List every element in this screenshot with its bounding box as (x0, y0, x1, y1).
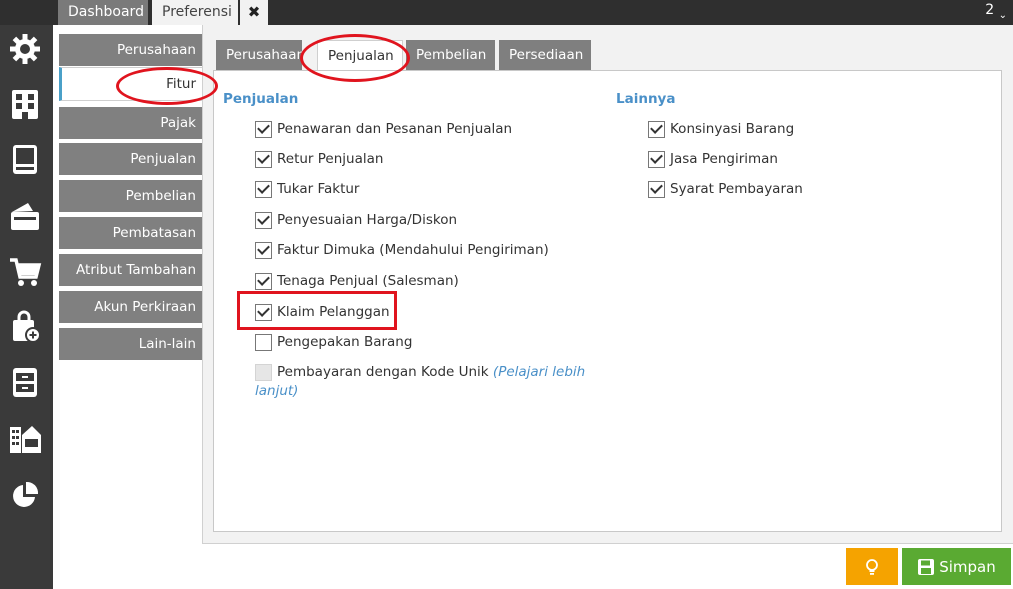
tab-persediaan[interactable]: Persediaan (499, 40, 591, 70)
cart-icon[interactable] (5, 253, 45, 291)
checkbox-disabled (255, 363, 272, 381)
tab-preferensi[interactable]: Preferensi (152, 0, 238, 25)
checkbox[interactable] (648, 120, 665, 138)
option-penawaran-pesanan[interactable]: Penawaran dan Pesanan Penjualan (255, 119, 512, 139)
menu-item-pembelian[interactable]: Pembelian (59, 180, 203, 212)
menu-item-akun-perkiraan[interactable]: Akun Perkiraan (59, 291, 203, 323)
option-faktur-dimuka[interactable]: Faktur Dimuka (Mendahului Pengiriman) (255, 240, 549, 260)
building-icon[interactable] (5, 85, 45, 123)
warehouse-icon[interactable] (5, 419, 45, 457)
close-tab-icon[interactable]: ✖ (240, 0, 268, 25)
option-tukar-faktur[interactable]: Tukar Faktur (255, 179, 359, 199)
option-tenaga-penjual[interactable]: Tenaga Penjual (Salesman) (255, 271, 459, 291)
checkbox[interactable] (648, 180, 665, 198)
tab-count-value: 2 (985, 2, 995, 18)
book-icon[interactable] (5, 140, 45, 178)
checkbox[interactable] (255, 241, 272, 259)
pie-chart-icon[interactable] (5, 476, 45, 514)
option-retur-penjualan[interactable]: Retur Penjualan (255, 149, 383, 169)
menu-item-perusahaan[interactable]: Perusahaan (59, 34, 203, 66)
menu-item-penjualan[interactable]: Penjualan (59, 143, 203, 175)
menu-item-atribut-tambahan[interactable]: Atribut Tambahan (59, 254, 203, 286)
tab-perusahaan[interactable]: Perusahaan (216, 40, 302, 70)
checkbox[interactable] (255, 272, 272, 290)
checkbox[interactable] (255, 180, 272, 198)
cabinet-icon[interactable] (5, 363, 45, 401)
annotation-circle-fitur (116, 67, 218, 105)
menu-item-lain-lain[interactable]: Lain-lain (59, 328, 203, 360)
option-penyesuaian-harga[interactable]: Penyesuaian Harga/Diskon (255, 210, 457, 230)
learn-more-link-continued[interactable]: lanjut) (255, 383, 298, 399)
option-jasa-pengiriman[interactable]: Jasa Pengiriman (648, 149, 778, 169)
preferences-menu: Perusahaan Fitur Pajak Penjualan Pembeli… (53, 25, 203, 589)
option-pengepakan-barang[interactable]: Pengepakan Barang (255, 332, 412, 352)
annotation-box-klaim-pelanggan (237, 291, 397, 330)
section-title-penjualan: Penjualan (223, 91, 299, 107)
save-icon (918, 558, 935, 575)
wallet-icon[interactable] (5, 197, 45, 235)
section-title-lainnya: Lainnya (616, 91, 676, 107)
gear-icon[interactable] (5, 30, 45, 68)
checkbox[interactable] (255, 211, 272, 229)
chevron-down-icon: ⌄ (998, 10, 1007, 21)
menu-item-pembatasan[interactable]: Pembatasan (59, 217, 203, 249)
top-tab-bar: Dashboard Preferensi ✖ 2 ⌄ (0, 0, 1013, 25)
option-konsinyasi-barang[interactable]: Konsinyasi Barang (648, 119, 794, 139)
save-button-label: Simpan (939, 557, 996, 576)
checkbox[interactable] (255, 120, 272, 138)
annotation-circle-penjualan-tab (300, 34, 410, 82)
open-tab-counter[interactable]: 2 ⌄ (985, 2, 1007, 21)
tab-dashboard[interactable]: Dashboard (58, 0, 148, 25)
lightbulb-icon (866, 558, 878, 575)
save-button[interactable]: Simpan (902, 548, 1011, 585)
preferences-panel: Perusahaan Penjualan Pembelian Persediaa… (202, 25, 1013, 544)
bag-add-icon[interactable] (5, 308, 45, 346)
learn-more-link[interactable]: (Pelajari lebih (493, 364, 585, 380)
checkbox[interactable] (648, 150, 665, 168)
tab-pembelian[interactable]: Pembelian (406, 40, 495, 70)
module-icon-bar (0, 25, 53, 589)
tip-button[interactable] (846, 548, 898, 585)
option-pembayaran-kode-unik: Pembayaran dengan Kode Unik (Pelajari le… (255, 362, 585, 382)
checkbox[interactable] (255, 150, 272, 168)
menu-item-pajak[interactable]: Pajak (59, 107, 203, 139)
option-syarat-pembayaran[interactable]: Syarat Pembayaran (648, 179, 803, 199)
checkbox[interactable] (255, 333, 272, 351)
